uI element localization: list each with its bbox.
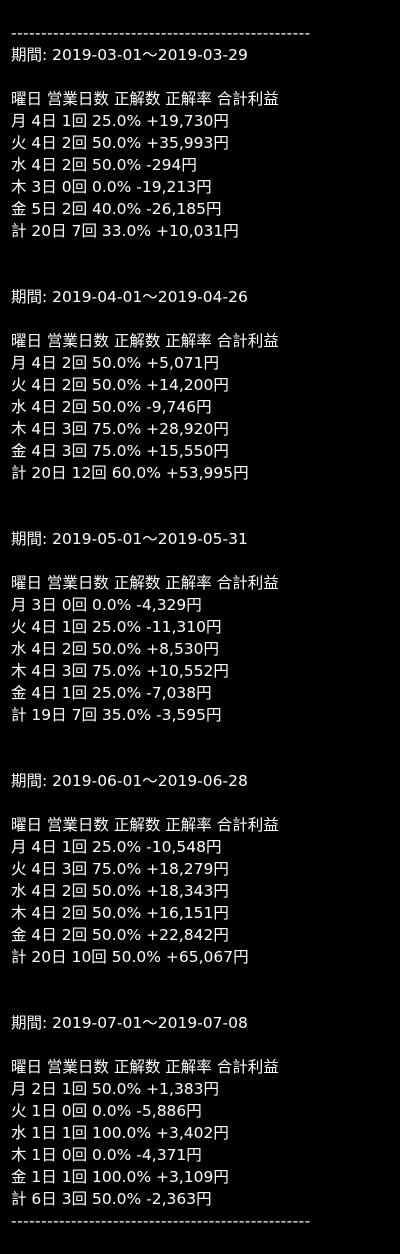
- weekday-row: 水 4日 2回 50.0% +8,530円: [11, 640, 220, 658]
- table-header: 曜日 営業日数 正解数 正解率 合計利益: [11, 574, 279, 592]
- total-row: 計 20日 10回 50.0% +65,067円: [11, 948, 249, 966]
- weekday-row: 月 2日 1回 50.0% +1,383円: [11, 1080, 220, 1098]
- period-title: 期間: 2019-04-01～2019-04-26: [11, 288, 248, 306]
- period-title: 期間: 2019-06-01～2019-06-28: [11, 772, 248, 790]
- weekday-row: 木 4日 3回 75.0% +10,552円: [11, 662, 229, 680]
- table-header: 曜日 営業日数 正解数 正解率 合計利益: [11, 90, 279, 108]
- period-title: 期間: 2019-07-01～2019-07-08: [11, 1014, 248, 1032]
- period-block: 期間: 2019-03-01～2019-03-29 曜日 営業日数 正解数 正解率…: [11, 44, 400, 286]
- weekday-row: 月 4日 2回 50.0% +5,071円: [11, 354, 220, 372]
- weekday-row: 金 1日 1回 100.0% +3,109円: [11, 1168, 229, 1186]
- weekday-row: 木 3日 0回 0.0% -19,213円: [11, 178, 212, 196]
- weekday-row: 火 4日 2回 50.0% +14,200円: [11, 376, 229, 394]
- period-title: 期間: 2019-03-01～2019-03-29: [11, 46, 248, 64]
- total-row: 計 20日 12回 60.0% +53,995円: [11, 464, 249, 482]
- weekday-row: 火 4日 2回 50.0% +35,993円: [11, 134, 229, 152]
- period-title: 期間: 2019-05-01～2019-05-31: [11, 530, 248, 548]
- period-list: 期間: 2019-03-01～2019-03-29 曜日 営業日数 正解数 正解率…: [11, 44, 400, 1210]
- weekday-row: 月 3日 0回 0.0% -4,329円: [11, 596, 202, 614]
- weekday-row: 木 4日 3回 75.0% +28,920円: [11, 420, 229, 438]
- weekday-row: 水 4日 2回 50.0% -9,746円: [11, 398, 212, 416]
- weekday-row: 木 1日 0回 0.0% -4,371円: [11, 1146, 202, 1164]
- weekday-row: 水 1日 1回 100.0% +3,402円: [11, 1124, 229, 1142]
- period-block: 期間: 2019-06-01～2019-06-28 曜日 営業日数 正解数 正解率…: [11, 770, 400, 1012]
- period-block: 期間: 2019-04-01～2019-04-26 曜日 営業日数 正解数 正解率…: [11, 286, 400, 528]
- weekday-row: 月 4日 1回 25.0% -10,548円: [11, 838, 222, 856]
- results-page: ----------------------------------------…: [0, 0, 400, 1254]
- weekday-row: 火 4日 1回 25.0% -11,310円: [11, 618, 222, 636]
- period-block: 期間: 2019-07-01～2019-07-08 曜日 営業日数 正解数 正解率…: [11, 1012, 400, 1210]
- total-row: 計 6日 3回 50.0% -2,363円: [11, 1190, 212, 1208]
- table-header: 曜日 営業日数 正解数 正解率 合計利益: [11, 1058, 279, 1076]
- weekday-row: 金 4日 3回 75.0% +15,550円: [11, 442, 229, 460]
- bottom-divider: ----------------------------------------…: [11, 1212, 311, 1230]
- weekday-row: 金 4日 2回 50.0% +22,842円: [11, 926, 229, 944]
- table-header: 曜日 営業日数 正解数 正解率 合計利益: [11, 332, 279, 350]
- table-header: 曜日 営業日数 正解数 正解率 合計利益: [11, 816, 279, 834]
- weekday-row: 水 4日 2回 50.0% -294円: [11, 156, 197, 174]
- weekday-row: 金 4日 1回 25.0% -7,038円: [11, 684, 212, 702]
- top-divider: ----------------------------------------…: [11, 24, 311, 42]
- period-block: 期間: 2019-05-01～2019-05-31 曜日 営業日数 正解数 正解率…: [11, 528, 400, 770]
- weekday-row: 火 1日 0回 0.0% -5,886円: [11, 1102, 202, 1120]
- total-row: 計 20日 7回 33.0% +10,031円: [11, 222, 239, 240]
- weekday-row: 水 4日 2回 50.0% +18,343円: [11, 882, 229, 900]
- weekday-row: 火 4日 3回 75.0% +18,279円: [11, 860, 229, 878]
- weekday-row: 金 5日 2回 40.0% -26,185円: [11, 200, 222, 218]
- weekday-row: 木 4日 2回 50.0% +16,151円: [11, 904, 229, 922]
- total-row: 計 19日 7回 35.0% -3,595円: [11, 706, 222, 724]
- weekday-row: 月 4日 1回 25.0% +19,730円: [11, 112, 229, 130]
